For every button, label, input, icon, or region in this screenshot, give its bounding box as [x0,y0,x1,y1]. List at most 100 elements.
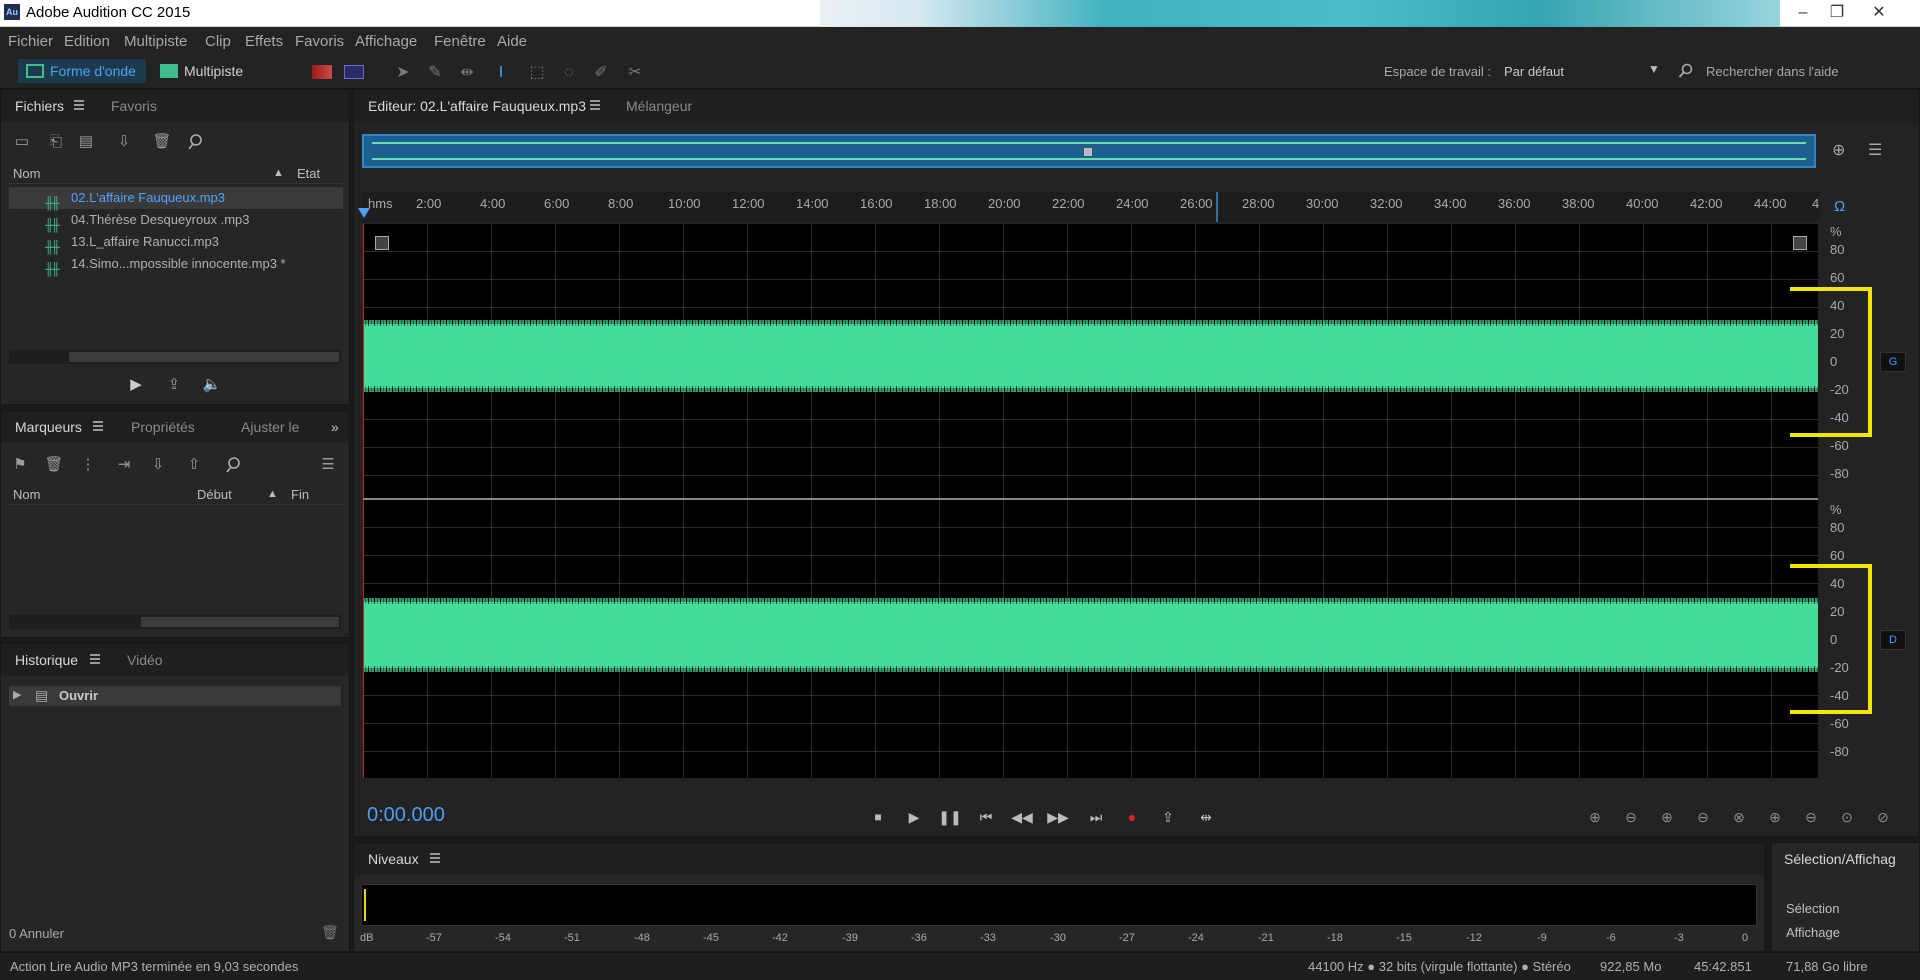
menu-clip[interactable]: Clip [205,33,231,50]
display-options-icon[interactable]: ☰ [1868,140,1888,160]
channel-right-badge[interactable]: D [1880,630,1906,650]
playhead-marker[interactable] [358,208,370,218]
pause-button[interactable]: ❚❚ [938,806,962,828]
menu-fichier[interactable]: Fichier [8,33,53,50]
move-tool-icon[interactable]: ➤ [392,63,414,83]
tab-video[interactable]: Vidéo [127,652,163,668]
delete-marker-icon[interactable]: 🗑 [43,455,65,475]
close-button[interactable]: ✕ [1862,2,1896,24]
fade-in-handle[interactable] [375,236,389,250]
file-row[interactable]: ╫╫ 13.L_affaire Ranucci.mp3 [9,231,343,254]
insert-icon[interactable]: ⇩ [113,132,135,152]
sort-up-icon[interactable]: ▲ [267,488,278,500]
new-file-icon[interactable]: ▤ [75,132,97,152]
zoom-reset-icon[interactable]: ⊘ [1868,806,1898,828]
waveform-channel-left[interactable] [363,224,1818,498]
trash-icon[interactable]: 🗑 [321,924,339,941]
panel-menu-icon[interactable] [90,654,100,664]
export-markers-icon[interactable]: ⇩ [147,455,169,475]
channel-left-badge[interactable]: G [1880,352,1906,372]
marker-list-icon[interactable]: ☰ [317,455,339,475]
zoom-selection-icon[interactable]: ⊙ [1832,806,1862,828]
play-button[interactable]: ▶ [902,806,926,828]
headphones-icon[interactable]: Ω [1834,198,1845,215]
zoom-in-point-icon[interactable]: ⊕ [1760,806,1790,828]
panel-menu-icon[interactable] [74,100,84,110]
expand-icon[interactable]: ▶ [13,688,21,701]
menu-favoris[interactable]: Favoris [295,33,344,50]
trash-icon[interactable]: 🗑 [151,132,173,152]
zoom-out-time-icon[interactable]: ⊖ [1688,806,1718,828]
spectral-frequency-icon[interactable] [312,65,332,79]
insert-playlist-icon[interactable]: ⇥ [113,455,135,475]
zoom-out-full-icon[interactable]: ⊗ [1724,806,1754,828]
menu-edition[interactable]: Edition [64,33,110,50]
column-state[interactable]: Etat [297,166,320,181]
fade-out-handle[interactable] [1793,236,1807,250]
record-button[interactable]: ● [1120,806,1144,828]
batch-icon[interactable]: ⇧ [183,455,205,475]
overview-bar[interactable] [362,134,1816,168]
scrollbar-thumb[interactable] [141,617,339,627]
autoplay-icon[interactable]: 🔈 [201,375,223,395]
zoom-out-amplitude-icon[interactable]: ⊖ [1616,806,1646,828]
spectral-pitch-icon[interactable] [344,65,364,79]
stop-button[interactable]: ■ [866,806,890,828]
razor-tool-icon[interactable]: ✎ [424,63,446,83]
waveform-mode-button[interactable]: Forme d'onde [18,59,146,83]
tab-mixer[interactable]: Mélangeur [626,98,692,114]
time-ruler[interactable]: hms 2:00 4:00 6:00 8:00 10:00 12:00 14:0… [358,192,1820,222]
multitrack-mode-button[interactable]: Multipiste [152,59,253,83]
marquee-tool-icon[interactable]: ⬚ [526,63,548,83]
slip-tool-icon[interactable]: ⇹ [456,63,478,83]
lasso-tool-icon[interactable]: ◌ [558,63,580,83]
horizontal-scrollbar[interactable] [9,615,341,629]
tab-ajuster[interactable]: Ajuster le [241,419,299,435]
menu-affichage[interactable]: Affichage [355,33,417,50]
menu-fenetre[interactable]: Fenêtre [434,33,486,50]
fast-forward-button[interactable]: ▶▶ [1046,806,1070,828]
workspace-select[interactable]: Par défaut [1504,64,1664,79]
filter-search-icon[interactable] [185,132,207,152]
panel-overflow-icon[interactable]: » [331,419,339,435]
file-row[interactable]: ╫╫ 04.Thérèse Desqueyroux .mp3 [9,209,343,232]
filter-search-icon[interactable] [223,455,245,475]
import-file-icon[interactable]: ⎗ [45,132,67,152]
overview-handle[interactable] [1084,148,1092,156]
open-folder-icon[interactable]: ▭ [11,132,33,152]
rewind-button[interactable]: ◀◀ [1010,806,1034,828]
history-item[interactable]: ▶ ▤ Ouvrir [9,686,341,706]
panel-menu-icon[interactable] [93,421,103,431]
panel-menu-icon[interactable] [590,100,600,110]
panel-menu-icon[interactable] [430,853,440,863]
waveform-channel-right[interactable] [363,500,1818,778]
loop-icon[interactable]: ⇪ [163,375,185,395]
search-icon[interactable] [1678,63,1694,79]
menu-multipiste[interactable]: Multipiste [124,33,187,50]
loop-button[interactable]: ⇪ [1156,806,1180,828]
minimize-button[interactable]: – [1786,2,1820,24]
help-search-input[interactable]: Rechercher dans l'aide [1706,64,1839,79]
tab-proprietes[interactable]: Propriétés [131,419,195,435]
tab-historique[interactable]: Historique [15,652,78,668]
zoom-in-time-icon[interactable]: ⊕ [1652,806,1682,828]
spot-healing-tool-icon[interactable]: ✂ [624,63,646,83]
scrollbar-thumb[interactable] [69,352,339,362]
sort-up-icon[interactable]: ▲ [273,167,284,179]
column-end[interactable]: Fin [291,487,309,502]
column-start[interactable]: Début [197,487,232,502]
timecode-display[interactable]: 0:00.000 [367,804,445,827]
menu-aide[interactable]: Aide [497,33,527,50]
add-marker-icon[interactable]: ⚑ [9,455,31,475]
tab-selection-view[interactable]: Sélection/Affichag [1784,851,1896,867]
play-icon[interactable]: ▶ [125,375,147,395]
tab-favoris[interactable]: Favoris [111,98,157,114]
tab-fichiers[interactable]: Fichiers [15,98,64,114]
zoom-out-point-icon[interactable]: ⊖ [1796,806,1826,828]
zoom-in-amplitude-icon[interactable]: ⊕ [1580,806,1610,828]
horizontal-scrollbar[interactable] [9,350,341,364]
time-selection-tool-icon[interactable]: I [490,63,512,83]
tab-editor[interactable]: Editeur: 02.L'affaire Fauqueux.mp3 [368,98,586,114]
go-to-start-button[interactable]: ⏮ [974,806,998,828]
go-to-end-button[interactable]: ⏭ [1084,806,1108,828]
